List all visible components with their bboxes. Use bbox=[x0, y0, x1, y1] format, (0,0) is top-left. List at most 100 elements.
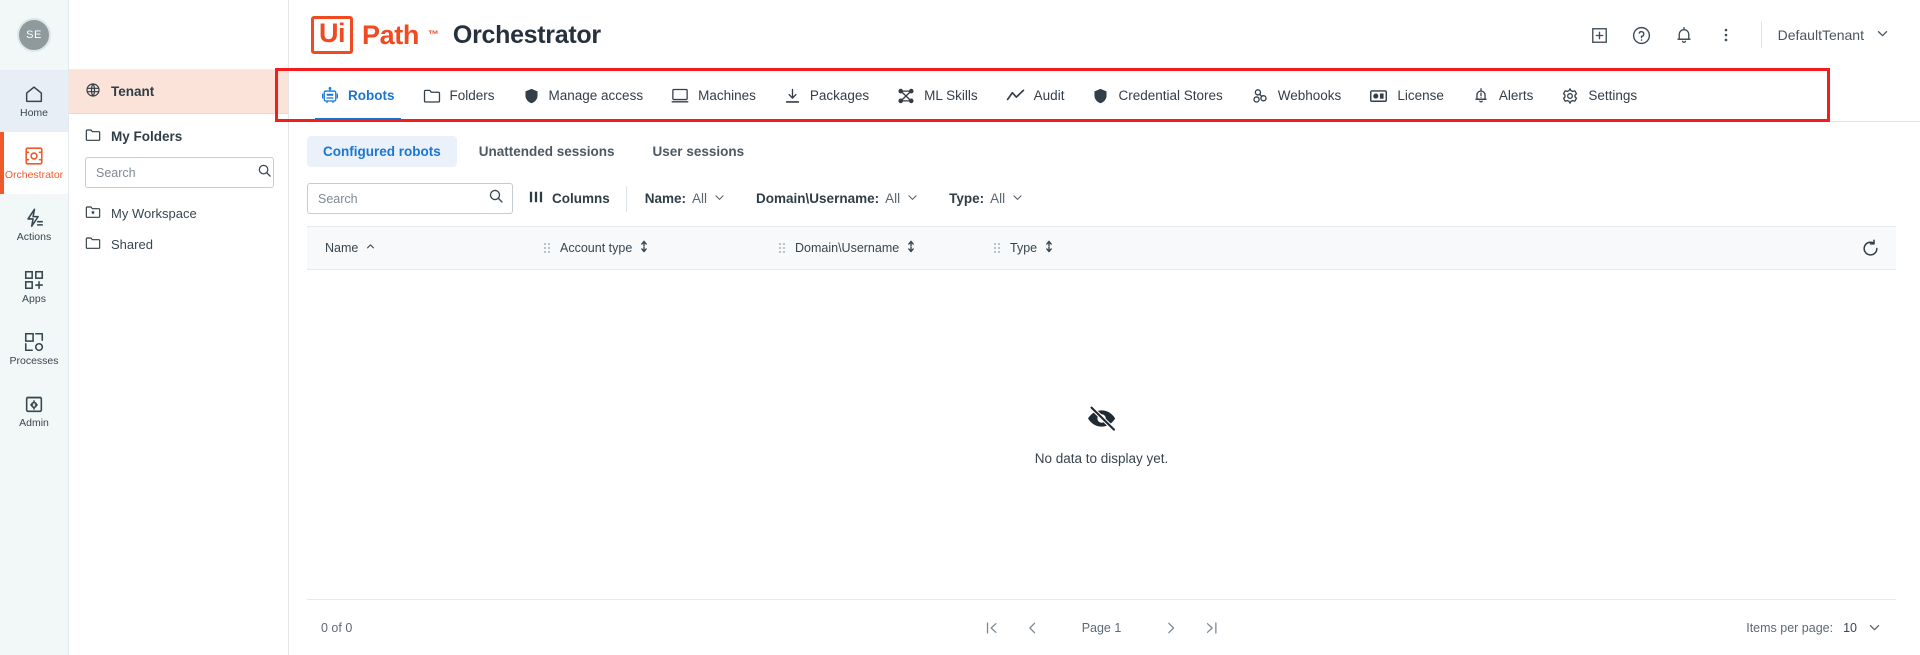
subtab-unattended-sessions[interactable]: Unattended sessions bbox=[463, 136, 631, 167]
folder-icon bbox=[85, 128, 101, 145]
top-bar-divider bbox=[1760, 22, 1762, 48]
more-vertical-icon[interactable] bbox=[1707, 16, 1745, 54]
refresh-icon[interactable] bbox=[1856, 234, 1884, 262]
search-icon[interactable] bbox=[257, 163, 272, 183]
my-folders-header: My Folders bbox=[69, 114, 288, 151]
main-area: Ui Path ™ Orchestrator DefaultTenant Rob… bbox=[289, 0, 1920, 655]
eye-off-icon bbox=[1085, 404, 1119, 437]
filter-type[interactable]: Type: All bbox=[949, 191, 1024, 207]
subtab-configured-robots[interactable]: Configured robots bbox=[307, 136, 457, 167]
filter-divider bbox=[625, 185, 627, 212]
apps-icon bbox=[23, 269, 45, 291]
tab-credential-stores[interactable]: Credential Stores bbox=[1078, 70, 1236, 121]
add-icon[interactable] bbox=[1581, 16, 1619, 54]
first-page-button[interactable] bbox=[972, 611, 1012, 645]
webhook-icon bbox=[1251, 87, 1269, 105]
rail-item-apps[interactable]: Apps bbox=[0, 256, 68, 318]
folder-item-my-workspace[interactable]: My Workspace bbox=[69, 198, 288, 229]
tab-label: Folders bbox=[449, 88, 495, 103]
page-indicator: Page 1 bbox=[1081, 620, 1122, 635]
chevron-down-icon bbox=[906, 191, 919, 207]
folder-panel: Tenant My Folders Search My Workspace Sh… bbox=[69, 0, 289, 655]
column-label: Name bbox=[325, 241, 359, 255]
primary-nav-tabs: Robots Folders Manage access Machines Pa… bbox=[289, 70, 1920, 122]
globe-icon bbox=[85, 82, 101, 101]
filter-name[interactable]: Name: All bbox=[645, 191, 726, 207]
column-header-account-type[interactable]: Account type bbox=[544, 240, 795, 256]
home-icon bbox=[23, 83, 45, 105]
tenant-dropdown[interactable]: DefaultTenant bbox=[1778, 26, 1894, 44]
column-drag-handle[interactable] bbox=[779, 243, 785, 253]
tab-robots[interactable]: Robots bbox=[307, 70, 409, 121]
folder-panel-header-spacer bbox=[69, 0, 288, 70]
subtab-user-sessions[interactable]: User sessions bbox=[637, 136, 761, 167]
tab-alerts[interactable]: Alerts bbox=[1458, 70, 1548, 121]
rail-item-actions[interactable]: Actions bbox=[0, 194, 68, 256]
columns-icon bbox=[529, 190, 543, 207]
previous-page-button[interactable] bbox=[1012, 611, 1052, 645]
chevron-down-icon bbox=[1011, 191, 1024, 207]
rail-item-orchestrator[interactable]: Orchestrator bbox=[0, 132, 68, 194]
page-title: Orchestrator bbox=[452, 20, 601, 49]
tab-label: Packages bbox=[809, 88, 870, 103]
column-drag-handle[interactable] bbox=[994, 243, 1000, 253]
avatar[interactable]: SE bbox=[17, 18, 51, 52]
avatar-container: SE bbox=[0, 0, 68, 70]
tab-settings[interactable]: Settings bbox=[1547, 70, 1651, 121]
table-search-box[interactable] bbox=[307, 183, 513, 214]
last-page-button[interactable] bbox=[1191, 611, 1231, 645]
notifications-bell-icon[interactable] bbox=[1665, 16, 1703, 54]
rail-item-admin[interactable]: Admin bbox=[0, 380, 68, 442]
tab-manage-access[interactable]: Manage access bbox=[509, 70, 658, 121]
tab-label: Alerts bbox=[1498, 88, 1534, 103]
download-icon bbox=[784, 87, 801, 105]
tab-machines[interactable]: Machines bbox=[657, 70, 770, 121]
table-search-input[interactable] bbox=[318, 191, 488, 206]
tab-label: Webhooks bbox=[1277, 88, 1342, 103]
column-header-domain-username[interactable]: Domain\Username bbox=[779, 240, 1010, 256]
tenant-label: Tenant bbox=[111, 84, 155, 99]
tenant-selector[interactable]: Tenant bbox=[69, 70, 288, 114]
rail-label-processes: Processes bbox=[9, 355, 59, 368]
search-icon[interactable] bbox=[488, 188, 504, 209]
tab-webhooks[interactable]: Webhooks bbox=[1237, 70, 1356, 121]
trademark-symbol: ™ bbox=[427, 29, 439, 41]
trend-line-icon bbox=[1006, 87, 1025, 104]
column-header-type[interactable]: Type bbox=[994, 240, 1054, 256]
my-folders-label: My Folders bbox=[111, 129, 183, 144]
robots-table: Name Account type Domain\Username Type N… bbox=[307, 226, 1896, 655]
orchestrator-icon bbox=[23, 145, 45, 167]
items-per-page[interactable]: Items per page: 10 bbox=[1746, 620, 1882, 635]
filter-domain-username[interactable]: Domain\Username: All bbox=[756, 191, 919, 207]
record-count: 0 of 0 bbox=[321, 620, 353, 635]
ml-skills-icon bbox=[897, 87, 915, 105]
sub-tabs: Configured robots Unattended sessions Us… bbox=[289, 122, 1920, 177]
column-header-name[interactable]: Name bbox=[325, 241, 560, 255]
rail-item-processes[interactable]: Processes bbox=[0, 318, 68, 380]
tab-audit[interactable]: Audit bbox=[992, 70, 1079, 121]
sort-none-icon bbox=[906, 240, 916, 256]
admin-icon bbox=[23, 393, 45, 415]
folder-icon bbox=[423, 88, 441, 104]
tab-label: Robots bbox=[348, 88, 395, 103]
workspace-folder-icon bbox=[85, 205, 101, 222]
tab-ml-skills[interactable]: ML Skills bbox=[883, 70, 992, 121]
columns-button[interactable]: Columns bbox=[529, 190, 626, 207]
folder-icon bbox=[85, 236, 101, 253]
folder-search-box[interactable] bbox=[85, 157, 274, 188]
tab-packages[interactable]: Packages bbox=[770, 70, 883, 121]
tab-folders[interactable]: Folders bbox=[409, 70, 509, 121]
next-page-button[interactable] bbox=[1151, 611, 1191, 645]
folder-search-input[interactable] bbox=[96, 165, 257, 180]
filter-label: Domain\Username: bbox=[756, 191, 880, 206]
help-icon[interactable] bbox=[1623, 16, 1661, 54]
column-label: Domain\Username bbox=[795, 241, 900, 255]
tab-license[interactable]: License bbox=[1355, 70, 1458, 121]
column-label: Type bbox=[1010, 241, 1038, 255]
folder-item-shared[interactable]: Shared bbox=[69, 229, 288, 260]
filter-label: Type: bbox=[949, 191, 985, 206]
rail-label-orchestrator: Orchestrator bbox=[4, 169, 64, 182]
column-drag-handle[interactable] bbox=[544, 243, 550, 253]
chevron-down-icon[interactable] bbox=[1867, 620, 1882, 635]
rail-item-home[interactable]: Home bbox=[0, 70, 68, 132]
